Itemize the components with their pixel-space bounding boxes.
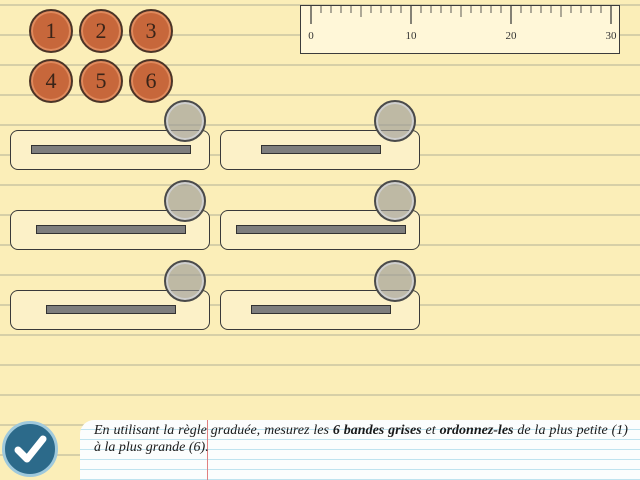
- number-token-6[interactable]: 6: [129, 59, 173, 103]
- instruction-panel: En utilisant la règle graduée, mesurez l…: [80, 420, 640, 480]
- number-token-2[interactable]: 2: [79, 9, 123, 53]
- token-label: 1: [45, 18, 57, 43]
- number-token-1[interactable]: 1: [29, 9, 73, 53]
- gray-strip: [31, 145, 191, 154]
- order-slot-2[interactable]: [374, 100, 416, 142]
- gray-strip: [46, 305, 176, 314]
- number-token-3[interactable]: 3: [129, 9, 173, 53]
- ruler-tick-label: 0: [308, 30, 314, 42]
- instruction-text: En utilisant la règle graduée, mesurez l…: [94, 423, 628, 455]
- order-slot-5[interactable]: [164, 260, 206, 302]
- token-label: 4: [45, 68, 57, 93]
- token-label: 3: [145, 18, 157, 43]
- order-slot-4[interactable]: [374, 180, 416, 222]
- number-token-4[interactable]: 4: [29, 59, 73, 103]
- gray-strip: [261, 145, 381, 154]
- validate-button[interactable]: [2, 421, 58, 477]
- ruler-scale: 0 10 20 30: [308, 6, 618, 42]
- token-label: 6: [145, 68, 157, 93]
- ruler-tick-label: 10: [406, 30, 418, 42]
- graduated-ruler[interactable]: 0 10 20 30: [300, 5, 620, 54]
- number-token-5[interactable]: 5: [79, 59, 123, 103]
- checkmark-icon: [14, 435, 47, 463]
- order-slot-3[interactable]: [164, 180, 206, 222]
- gray-strip: [251, 305, 391, 314]
- order-slot-1[interactable]: [164, 100, 206, 142]
- token-label: 5: [95, 68, 107, 93]
- ruler-tick-label: 30: [606, 30, 618, 42]
- token-label: 2: [95, 18, 107, 43]
- order-slot-6[interactable]: [374, 260, 416, 302]
- gray-strip: [36, 225, 186, 234]
- ruler-tick-label: 20: [506, 30, 518, 42]
- gray-strip: [236, 225, 406, 234]
